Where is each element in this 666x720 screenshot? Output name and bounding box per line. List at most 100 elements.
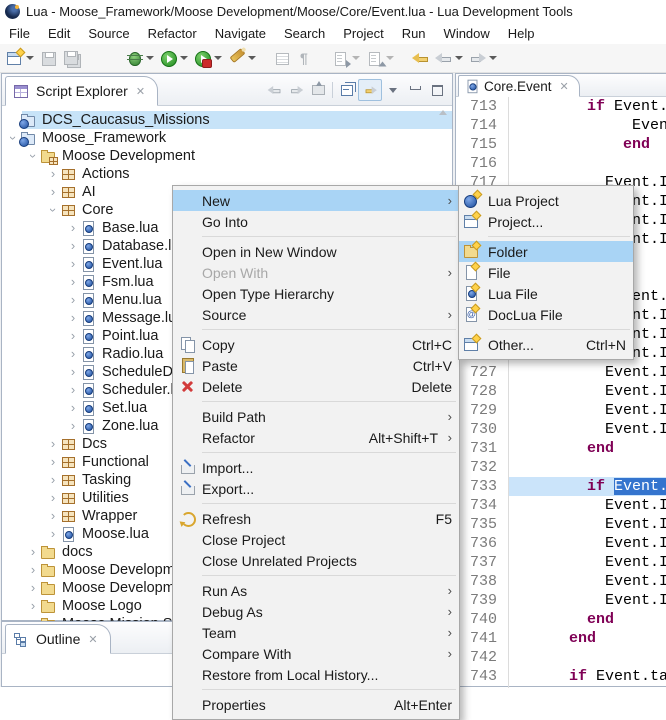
- expander-closed-icon[interactable]: ›: [26, 581, 40, 595]
- expander-closed-icon[interactable]: ›: [66, 293, 80, 307]
- context-menu-item-export[interactable]: Export...: [173, 478, 459, 499]
- new-submenu-item-doclua-file[interactable]: @DocLua File: [459, 304, 633, 325]
- expander-closed-icon[interactable]: ›: [26, 545, 40, 559]
- context-menu-item-paste[interactable]: PasteCtrl+V: [173, 355, 459, 376]
- block-selection-button[interactable]: [272, 47, 293, 69]
- previous-annotation-button[interactable]: [364, 47, 396, 69]
- expander-closed-icon[interactable]: ›: [66, 275, 80, 289]
- menubar-item-help[interactable]: Help: [499, 24, 544, 43]
- menubar-item-source[interactable]: Source: [79, 24, 138, 43]
- expander-closed-icon[interactable]: ›: [26, 599, 40, 613]
- close-editor-tab-icon[interactable]: ✕: [560, 80, 569, 93]
- run-last-tool-button[interactable]: [192, 47, 224, 69]
- expander-closed-icon[interactable]: ›: [66, 221, 80, 235]
- expander-closed-icon[interactable]: ›: [46, 437, 60, 451]
- minimize-view-button[interactable]: [404, 80, 426, 100]
- expander-closed-icon[interactable]: ›: [46, 473, 60, 487]
- view-menu-button[interactable]: [382, 80, 404, 100]
- expander-closed-icon[interactable]: ›: [66, 329, 80, 343]
- menu-item-accelerator: Ctrl+N: [586, 337, 626, 353]
- context-menu-item-debug-as[interactable]: Debug As›: [173, 601, 459, 622]
- context-menu-item-run-as[interactable]: Run As›: [173, 580, 459, 601]
- expander-closed-icon[interactable]: ›: [26, 563, 40, 577]
- expander-open-icon[interactable]: ›: [46, 203, 60, 217]
- expander-closed-icon[interactable]: ›: [66, 311, 80, 325]
- expander-closed-icon[interactable]: ›: [46, 455, 60, 469]
- menubar-item-window[interactable]: Window: [435, 24, 499, 43]
- tab-outline[interactable]: Outline ✕: [5, 624, 111, 654]
- context-menu-item-team[interactable]: Team›: [173, 622, 459, 643]
- context-menu-item-close-project[interactable]: Close Project: [173, 529, 459, 550]
- back-button[interactable]: [433, 47, 465, 69]
- context-menu-item-refactor[interactable]: RefactorAlt+Shift+T›: [173, 427, 459, 448]
- context-menu-item-restore-from-local-history[interactable]: Restore from Local History...: [173, 664, 459, 685]
- expander-open-icon[interactable]: ›: [6, 131, 20, 145]
- tree-scrollbar-up-icon[interactable]: [439, 110, 447, 115]
- link-with-editor-button[interactable]: [358, 79, 382, 101]
- expander-closed-icon[interactable]: ›: [66, 257, 80, 271]
- expander-closed-icon[interactable]: ›: [46, 491, 60, 505]
- next-annotation-button[interactable]: [330, 47, 362, 69]
- context-menu-item-go-into[interactable]: Go Into: [173, 211, 459, 232]
- tree-item-moose-framework[interactable]: ›Moose_Framework: [2, 129, 452, 147]
- show-whitespace-button[interactable]: ¶: [295, 47, 316, 69]
- expander-closed-icon[interactable]: ›: [46, 527, 60, 541]
- expander-closed-icon[interactable]: ›: [66, 419, 80, 433]
- menubar-item-file[interactable]: File: [0, 24, 39, 43]
- new-submenu-item-other[interactable]: Other...Ctrl+N: [459, 334, 633, 355]
- tree-item-actions[interactable]: ›Actions: [2, 165, 452, 183]
- context-menu-item-delete[interactable]: DeleteDelete: [173, 376, 459, 397]
- close-script-explorer-icon[interactable]: ✕: [136, 85, 145, 98]
- tree-item-moose-development[interactable]: ›Moose Development: [2, 147, 452, 165]
- new-submenu-item-project[interactable]: Project...: [459, 211, 633, 232]
- menubar-item-navigate[interactable]: Navigate: [206, 24, 275, 43]
- maximize-view-button[interactable]: [426, 80, 448, 100]
- go-up-button[interactable]: [307, 80, 329, 100]
- expander-closed-icon[interactable]: ›: [46, 509, 60, 523]
- expander-closed-icon[interactable]: ›: [66, 239, 80, 253]
- expander-open-icon[interactable]: ›: [26, 149, 40, 163]
- back-view-button[interactable]: [265, 82, 283, 98]
- save-button[interactable]: [38, 47, 59, 69]
- expander-closed-icon[interactable]: ›: [46, 185, 60, 199]
- forward-view-button[interactable]: [287, 82, 305, 98]
- menu-icon-spacer: [177, 531, 202, 548]
- new-wizard-button[interactable]: [4, 47, 36, 69]
- context-menu-item-properties[interactable]: PropertiesAlt+Enter: [173, 694, 459, 715]
- tab-script-explorer[interactable]: Script Explorer ✕: [5, 76, 158, 106]
- new-submenu-item-lua-project[interactable]: Lua Project: [459, 190, 633, 211]
- context-menu-item-build-path[interactable]: Build Path›: [173, 406, 459, 427]
- menubar-item-run[interactable]: Run: [393, 24, 435, 43]
- context-menu-item-compare-with[interactable]: Compare With›: [173, 643, 459, 664]
- menubar-item-project[interactable]: Project: [334, 24, 392, 43]
- tree-item-dcs-caucasus-missions[interactable]: DCS_Caucasus_Missions: [2, 111, 452, 129]
- run-button[interactable]: [158, 47, 190, 69]
- external-tools-button[interactable]: [226, 47, 258, 69]
- context-menu-item-copy[interactable]: CopyCtrl+C: [173, 334, 459, 355]
- expander-closed-icon[interactable]: ›: [66, 347, 80, 361]
- context-menu-item-refresh[interactable]: RefreshF5: [173, 508, 459, 529]
- expander-closed-icon[interactable]: ›: [66, 401, 80, 415]
- last-edit-location-button[interactable]: [410, 47, 431, 69]
- collapse-all-button[interactable]: [336, 80, 358, 100]
- expander-closed-icon[interactable]: ›: [66, 365, 80, 379]
- menubar-item-edit[interactable]: Edit: [39, 24, 79, 43]
- context-menu-item-close-unrelated-projects[interactable]: Close Unrelated Projects: [173, 550, 459, 571]
- expander-closed-icon[interactable]: ›: [46, 167, 60, 181]
- expander-closed-icon[interactable]: ›: [66, 383, 80, 397]
- debug-button[interactable]: [124, 47, 156, 69]
- context-menu-item-source[interactable]: Source›: [173, 304, 459, 325]
- context-menu-item-import[interactable]: Import...: [173, 457, 459, 478]
- tab-core-event[interactable]: Core.Event ✕: [458, 75, 580, 97]
- new-submenu-item-file[interactable]: File: [459, 262, 633, 283]
- close-outline-icon[interactable]: ✕: [88, 633, 97, 646]
- new-submenu-item-lua-file[interactable]: Lua File: [459, 283, 633, 304]
- new-submenu-item-folder[interactable]: Folder: [459, 241, 633, 262]
- save-all-button[interactable]: [61, 47, 82, 69]
- context-menu-item-new[interactable]: New›: [173, 190, 459, 211]
- context-menu-item-open-type-hierarchy[interactable]: Open Type Hierarchy: [173, 283, 459, 304]
- context-menu-item-open-in-new-window[interactable]: Open in New Window: [173, 241, 459, 262]
- menubar-item-refactor[interactable]: Refactor: [139, 24, 206, 43]
- forward-button[interactable]: [467, 47, 499, 69]
- menubar-item-search[interactable]: Search: [275, 24, 334, 43]
